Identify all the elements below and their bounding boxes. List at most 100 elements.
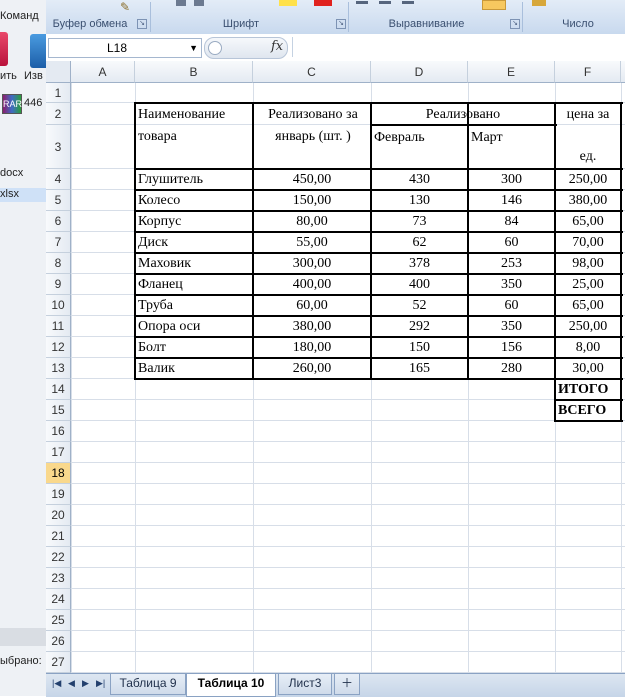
font-size-icon[interactable] [176,0,186,6]
row-header-24[interactable]: 24 [46,589,71,610]
app-icon[interactable] [0,32,8,66]
insert-function-icon[interactable]: fx [271,39,283,54]
row-header-2[interactable]: 2 [46,103,71,125]
cell: Диск [138,235,169,250]
align-left-icon[interactable] [356,1,368,4]
tab-table-9[interactable]: Таблица 9 [110,674,186,695]
column-header-g[interactable] [621,61,625,83]
last-sheet-icon[interactable]: ▶| [96,678,105,689]
file-item[interactable]: docx [0,167,23,179]
row-header-19[interactable]: 19 [46,484,71,505]
cell: 380,00 [568,193,608,208]
ribbon: ✎ Буфер обмена ↘ Шрифт ↘ Выравнивание ↘ … [46,0,625,35]
cell: 300,00 [292,256,332,271]
formula-bar-controls: fx [204,37,288,59]
header-march: Март [471,130,503,145]
ribbon-group-clipboard: Буфер обмена [52,18,128,30]
column-header-c[interactable]: C [253,61,371,83]
cell: 300 [501,172,522,187]
cell: 80,00 [296,214,328,229]
row-header-14[interactable]: 14 [46,379,71,400]
table-border [134,102,136,380]
resize-handle-icon[interactable] [208,41,222,55]
tab-table-10[interactable]: Таблица 10 [186,674,276,697]
row-header-26[interactable]: 26 [46,631,71,652]
panel-button-label[interactable]: ить [0,70,17,82]
winrar-icon[interactable]: RAR [2,94,22,114]
highlight-color-icon[interactable] [279,0,297,6]
column-header-d[interactable]: D [371,61,468,83]
number-format-icon[interactable] [532,0,546,6]
row-header-16[interactable]: 16 [46,421,71,442]
row-header-27[interactable]: 27 [46,652,71,673]
name-box[interactable]: L18 ▼ [48,38,202,58]
cell: 292 [409,319,430,334]
insert-sheet-icon[interactable]: ＋ [334,674,360,695]
column-header-b[interactable]: B [135,61,253,83]
cell: 25,00 [572,277,604,292]
file-item[interactable]: xlsx [0,188,19,200]
cell: Маховик [138,256,192,271]
row-header-11[interactable]: 11 [46,316,71,337]
panel-top-label: Команд [0,10,39,22]
align-center-icon[interactable] [379,1,391,4]
row-header-1[interactable]: 1 [46,83,71,103]
row-header-18[interactable]: 18 [46,463,71,484]
cell: 380,00 [292,319,332,334]
row-header-6[interactable]: 6 [46,211,71,232]
cell: 60,00 [296,298,328,313]
wrap-text-icon[interactable] [482,0,506,10]
row-gridline [71,588,625,589]
format-painter-icon[interactable]: ✎ [120,0,134,14]
header-name: Наименование [138,107,226,122]
row-header-3[interactable]: 3 [46,125,71,169]
row-header-23[interactable]: 23 [46,568,71,589]
row-header-5[interactable]: 5 [46,190,71,211]
font-color-icon[interactable] [314,0,332,6]
row-header-9[interactable]: 9 [46,274,71,295]
panel-button-label[interactable]: Изв [24,70,43,82]
row-header-4[interactable]: 4 [46,169,71,190]
table-border [135,294,623,296]
row-header-7[interactable]: 7 [46,232,71,253]
next-sheet-icon[interactable]: ▶ [82,678,89,689]
tab-sheet3[interactable]: Лист3 [278,674,332,695]
row-header-20[interactable]: 20 [46,505,71,526]
row-header-17[interactable]: 17 [46,442,71,463]
selection-status: ыбрано: [0,655,42,667]
cell: 65,00 [572,298,604,313]
cell: Болт [138,340,166,355]
column-header-f[interactable]: F [555,61,621,83]
column-header-a[interactable]: A [71,61,135,83]
row-header-10[interactable]: 10 [46,295,71,316]
app-icon[interactable] [30,34,46,68]
row-gridline [71,546,625,547]
first-sheet-icon[interactable]: |◀ [52,678,61,689]
row-header-12[interactable]: 12 [46,337,71,358]
table-border [620,378,622,422]
dialog-launcher-icon[interactable]: ↘ [137,19,147,29]
ribbon-group-number: Число [562,18,594,30]
column-header-e[interactable]: E [468,61,555,83]
font-size-icon[interactable] [194,0,204,6]
chevron-down-icon[interactable]: ▼ [189,39,198,57]
worksheet-grid[interactable]: A B C D E F 1 2 3 4 5 6 7 8 9 10 11 12 13 14 15 16 17 18 19 20 21 2… [46,61,625,673]
row-header-13[interactable]: 13 [46,358,71,379]
cell: 150 [409,340,430,355]
row-header-22[interactable]: 22 [46,547,71,568]
row-header-8[interactable]: 8 [46,253,71,274]
cell: Труба [138,298,173,313]
header-sold: Реализовано [425,107,501,122]
cell: 55,00 [296,235,328,250]
ribbon-group-alignment: Выравнивание [388,18,465,30]
align-right-icon[interactable] [402,1,414,4]
row-header-15[interactable]: 15 [46,400,71,421]
prev-sheet-icon[interactable]: ◀ [68,678,75,689]
row-header-21[interactable]: 21 [46,526,71,547]
select-all-button[interactable] [46,61,71,83]
formula-input[interactable] [292,37,625,57]
row-header-25[interactable]: 25 [46,610,71,631]
dialog-launcher-icon[interactable]: ↘ [336,19,346,29]
dialog-launcher-icon[interactable]: ↘ [510,19,520,29]
cell: Корпус [138,214,182,229]
